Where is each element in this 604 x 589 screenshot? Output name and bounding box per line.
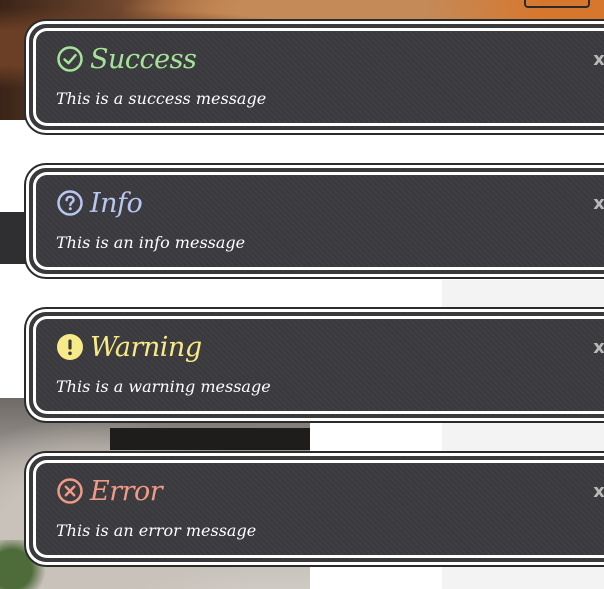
toast-warning-message: This is a warning message xyxy=(56,377,271,396)
toast-error-message: This is an error message xyxy=(56,521,257,540)
toast-error: Error This is an error message x xyxy=(26,453,604,565)
toast-error-header: Error xyxy=(56,473,163,509)
check-circle-icon xyxy=(57,46,83,72)
toast-error-close-button[interactable]: x xyxy=(591,483,604,501)
question-circle-icon xyxy=(57,190,83,216)
toast-error-inner: Error This is an error message x xyxy=(33,460,604,558)
exclamation-circle-icon xyxy=(57,334,83,360)
toast-info-message: This is an info message xyxy=(56,233,246,252)
toast-error-title: Error xyxy=(90,475,163,507)
toast-info-title: Info xyxy=(90,187,143,219)
background-dark-panel xyxy=(0,212,26,264)
toast-info: Info This is an info message x xyxy=(26,165,604,277)
toast-success-inner: Success This is a success message x xyxy=(33,28,604,126)
background-frame xyxy=(524,0,590,8)
toast-info-close-button[interactable]: x xyxy=(591,195,604,213)
toast-success-header: Success xyxy=(56,41,197,77)
toast-info-inner: Info This is an info message x xyxy=(33,172,604,270)
background-photo-shadow xyxy=(110,428,310,450)
toast-warning-title: Warning xyxy=(90,331,202,363)
toast-warning: Warning This is a warning message x xyxy=(26,309,604,421)
x-circle-icon xyxy=(57,478,83,504)
toast-info-header: Info xyxy=(56,185,143,221)
toast-success: Success This is a success message x xyxy=(26,21,604,133)
toast-success-message: This is a success message xyxy=(56,89,267,108)
toast-success-title: Success xyxy=(90,43,197,75)
toast-warning-header: Warning xyxy=(56,329,202,365)
toast-warning-inner: Warning This is a warning message x xyxy=(33,316,604,414)
toast-success-close-button[interactable]: x xyxy=(591,51,604,69)
toast-warning-close-button[interactable]: x xyxy=(591,339,604,357)
